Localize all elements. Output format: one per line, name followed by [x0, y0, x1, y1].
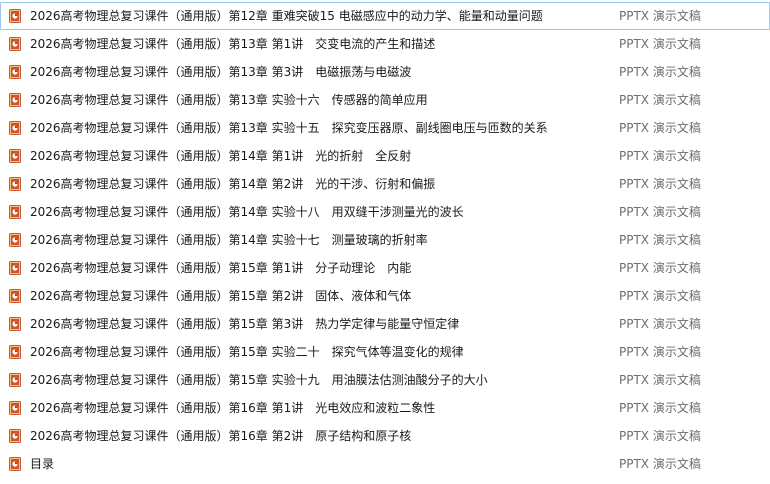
pptx-file-icon — [9, 149, 21, 163]
file-name: 2026高考物理总复习课件（通用版）第16章 第2讲 原子结构和原子核 — [30, 429, 412, 443]
file-row[interactable]: 2026高考物理总复习课件（通用版）第12章 重难突破15 电磁感应中的动力学、… — [0, 2, 770, 30]
file-type: PPTX 演示文稿 — [619, 289, 701, 303]
file-row[interactable]: 2026高考物理总复习课件（通用版）第15章 实验十九 用油膜法估测油酸分子的大… — [0, 366, 770, 394]
file-type: PPTX 演示文稿 — [619, 373, 701, 387]
file-name: 2026高考物理总复习课件（通用版）第15章 实验十九 用油膜法估测油酸分子的大… — [30, 373, 488, 387]
file-row[interactable]: 2026高考物理总复习课件（通用版）第15章 实验二十 探究气体等温变化的规律 P… — [0, 338, 770, 366]
file-type: PPTX 演示文稿 — [619, 429, 701, 443]
pptx-file-icon — [9, 233, 21, 247]
file-name: 2026高考物理总复习课件（通用版）第15章 第1讲 分子动理论 内能 — [30, 261, 412, 275]
file-type: PPTX 演示文稿 — [619, 37, 701, 51]
file-name: 目录 — [30, 457, 55, 471]
file-row[interactable]: 2026高考物理总复习课件（通用版）第15章 第2讲 固体、液体和气体 PPTX … — [0, 282, 770, 310]
file-row[interactable]: 2026高考物理总复习课件（通用版）第15章 第3讲 热力学定律与能量守恒定律 P… — [0, 310, 770, 338]
pptx-file-icon — [9, 457, 21, 471]
pptx-file-icon — [9, 37, 21, 51]
file-row[interactable]: 2026高考物理总复习课件（通用版）第13章 第1讲 交变电流的产生和描述 PPT… — [0, 30, 770, 58]
file-type: PPTX 演示文稿 — [619, 317, 701, 331]
file-row[interactable]: 2026高考物理总复习课件（通用版）第13章 第3讲 电磁振荡与电磁波 PPTX … — [0, 58, 770, 86]
file-list: 2026高考物理总复习课件（通用版）第12章 重难突破15 电磁感应中的动力学、… — [0, 2, 770, 478]
file-name: 2026高考物理总复习课件（通用版）第13章 第3讲 电磁振荡与电磁波 — [30, 65, 412, 79]
file-type: PPTX 演示文稿 — [619, 345, 701, 359]
file-type: PPTX 演示文稿 — [619, 121, 701, 135]
file-row[interactable]: 2026高考物理总复习课件（通用版）第14章 实验十七 测量玻璃的折射率 PPTX… — [0, 226, 770, 254]
file-name: 2026高考物理总复习课件（通用版）第13章 实验十五 探究变压器原、副线圈电压… — [30, 121, 548, 135]
file-row[interactable]: 2026高考物理总复习课件（通用版）第13章 实验十六 传感器的简单应用 PPTX… — [0, 86, 770, 114]
file-name: 2026高考物理总复习课件（通用版）第13章 第1讲 交变电流的产生和描述 — [30, 37, 436, 51]
file-name: 2026高考物理总复习课件（通用版）第14章 第1讲 光的折射 全反射 — [30, 149, 412, 163]
pptx-file-icon — [9, 373, 21, 387]
pptx-file-icon — [9, 429, 21, 443]
file-type: PPTX 演示文稿 — [619, 261, 701, 275]
pptx-file-icon — [9, 289, 21, 303]
file-row[interactable]: 2026高考物理总复习课件（通用版）第14章 第1讲 光的折射 全反射 PPTX … — [0, 142, 770, 170]
file-type: PPTX 演示文稿 — [619, 93, 701, 107]
file-name: 2026高考物理总复习课件（通用版）第12章 重难突破15 电磁感应中的动力学、… — [30, 9, 543, 23]
pptx-file-icon — [9, 401, 21, 415]
file-type: PPTX 演示文稿 — [619, 233, 701, 247]
file-type: PPTX 演示文稿 — [619, 149, 701, 163]
file-name: 2026高考物理总复习课件（通用版）第15章 第2讲 固体、液体和气体 — [30, 289, 412, 303]
file-name: 2026高考物理总复习课件（通用版）第15章 实验二十 探究气体等温变化的规律 — [30, 345, 464, 359]
pptx-file-icon — [9, 9, 21, 23]
pptx-file-icon — [9, 93, 21, 107]
file-type: PPTX 演示文稿 — [619, 65, 701, 79]
file-type: PPTX 演示文稿 — [619, 457, 701, 471]
file-type: PPTX 演示文稿 — [619, 205, 701, 219]
pptx-file-icon — [9, 177, 21, 191]
file-name: 2026高考物理总复习课件（通用版）第14章 实验十八 用双缝干涉测量光的波长 — [30, 205, 464, 219]
pptx-file-icon — [9, 121, 21, 135]
file-row[interactable]: 2026高考物理总复习课件（通用版）第13章 实验十五 探究变压器原、副线圈电压… — [0, 114, 770, 142]
pptx-file-icon — [9, 65, 21, 79]
file-row[interactable]: 目录 PPTX 演示文稿 — [0, 450, 770, 478]
file-type: PPTX 演示文稿 — [619, 401, 701, 415]
file-row[interactable]: 2026高考物理总复习课件（通用版）第16章 第1讲 光电效应和波粒二象性 PPT… — [0, 394, 770, 422]
file-type: PPTX 演示文稿 — [619, 9, 701, 23]
pptx-file-icon — [9, 345, 21, 359]
pptx-file-icon — [9, 261, 21, 275]
file-name: 2026高考物理总复习课件（通用版）第13章 实验十六 传感器的简单应用 — [30, 93, 428, 107]
file-name: 2026高考物理总复习课件（通用版）第14章 实验十七 测量玻璃的折射率 — [30, 233, 428, 247]
file-name: 2026高考物理总复习课件（通用版）第15章 第3讲 热力学定律与能量守恒定律 — [30, 317, 460, 331]
pptx-file-icon — [9, 205, 21, 219]
file-row[interactable]: 2026高考物理总复习课件（通用版）第14章 实验十八 用双缝干涉测量光的波长 P… — [0, 198, 770, 226]
file-row[interactable]: 2026高考物理总复习课件（通用版）第15章 第1讲 分子动理论 内能 PPTX … — [0, 254, 770, 282]
pptx-file-icon — [9, 317, 21, 331]
file-name: 2026高考物理总复习课件（通用版）第16章 第1讲 光电效应和波粒二象性 — [30, 401, 436, 415]
file-row[interactable]: 2026高考物理总复习课件（通用版）第16章 第2讲 原子结构和原子核 PPTX … — [0, 422, 770, 450]
file-type: PPTX 演示文稿 — [619, 177, 701, 191]
file-row[interactable]: 2026高考物理总复习课件（通用版）第14章 第2讲 光的干涉、衍射和偏振 PPT… — [0, 170, 770, 198]
file-name: 2026高考物理总复习课件（通用版）第14章 第2讲 光的干涉、衍射和偏振 — [30, 177, 436, 191]
